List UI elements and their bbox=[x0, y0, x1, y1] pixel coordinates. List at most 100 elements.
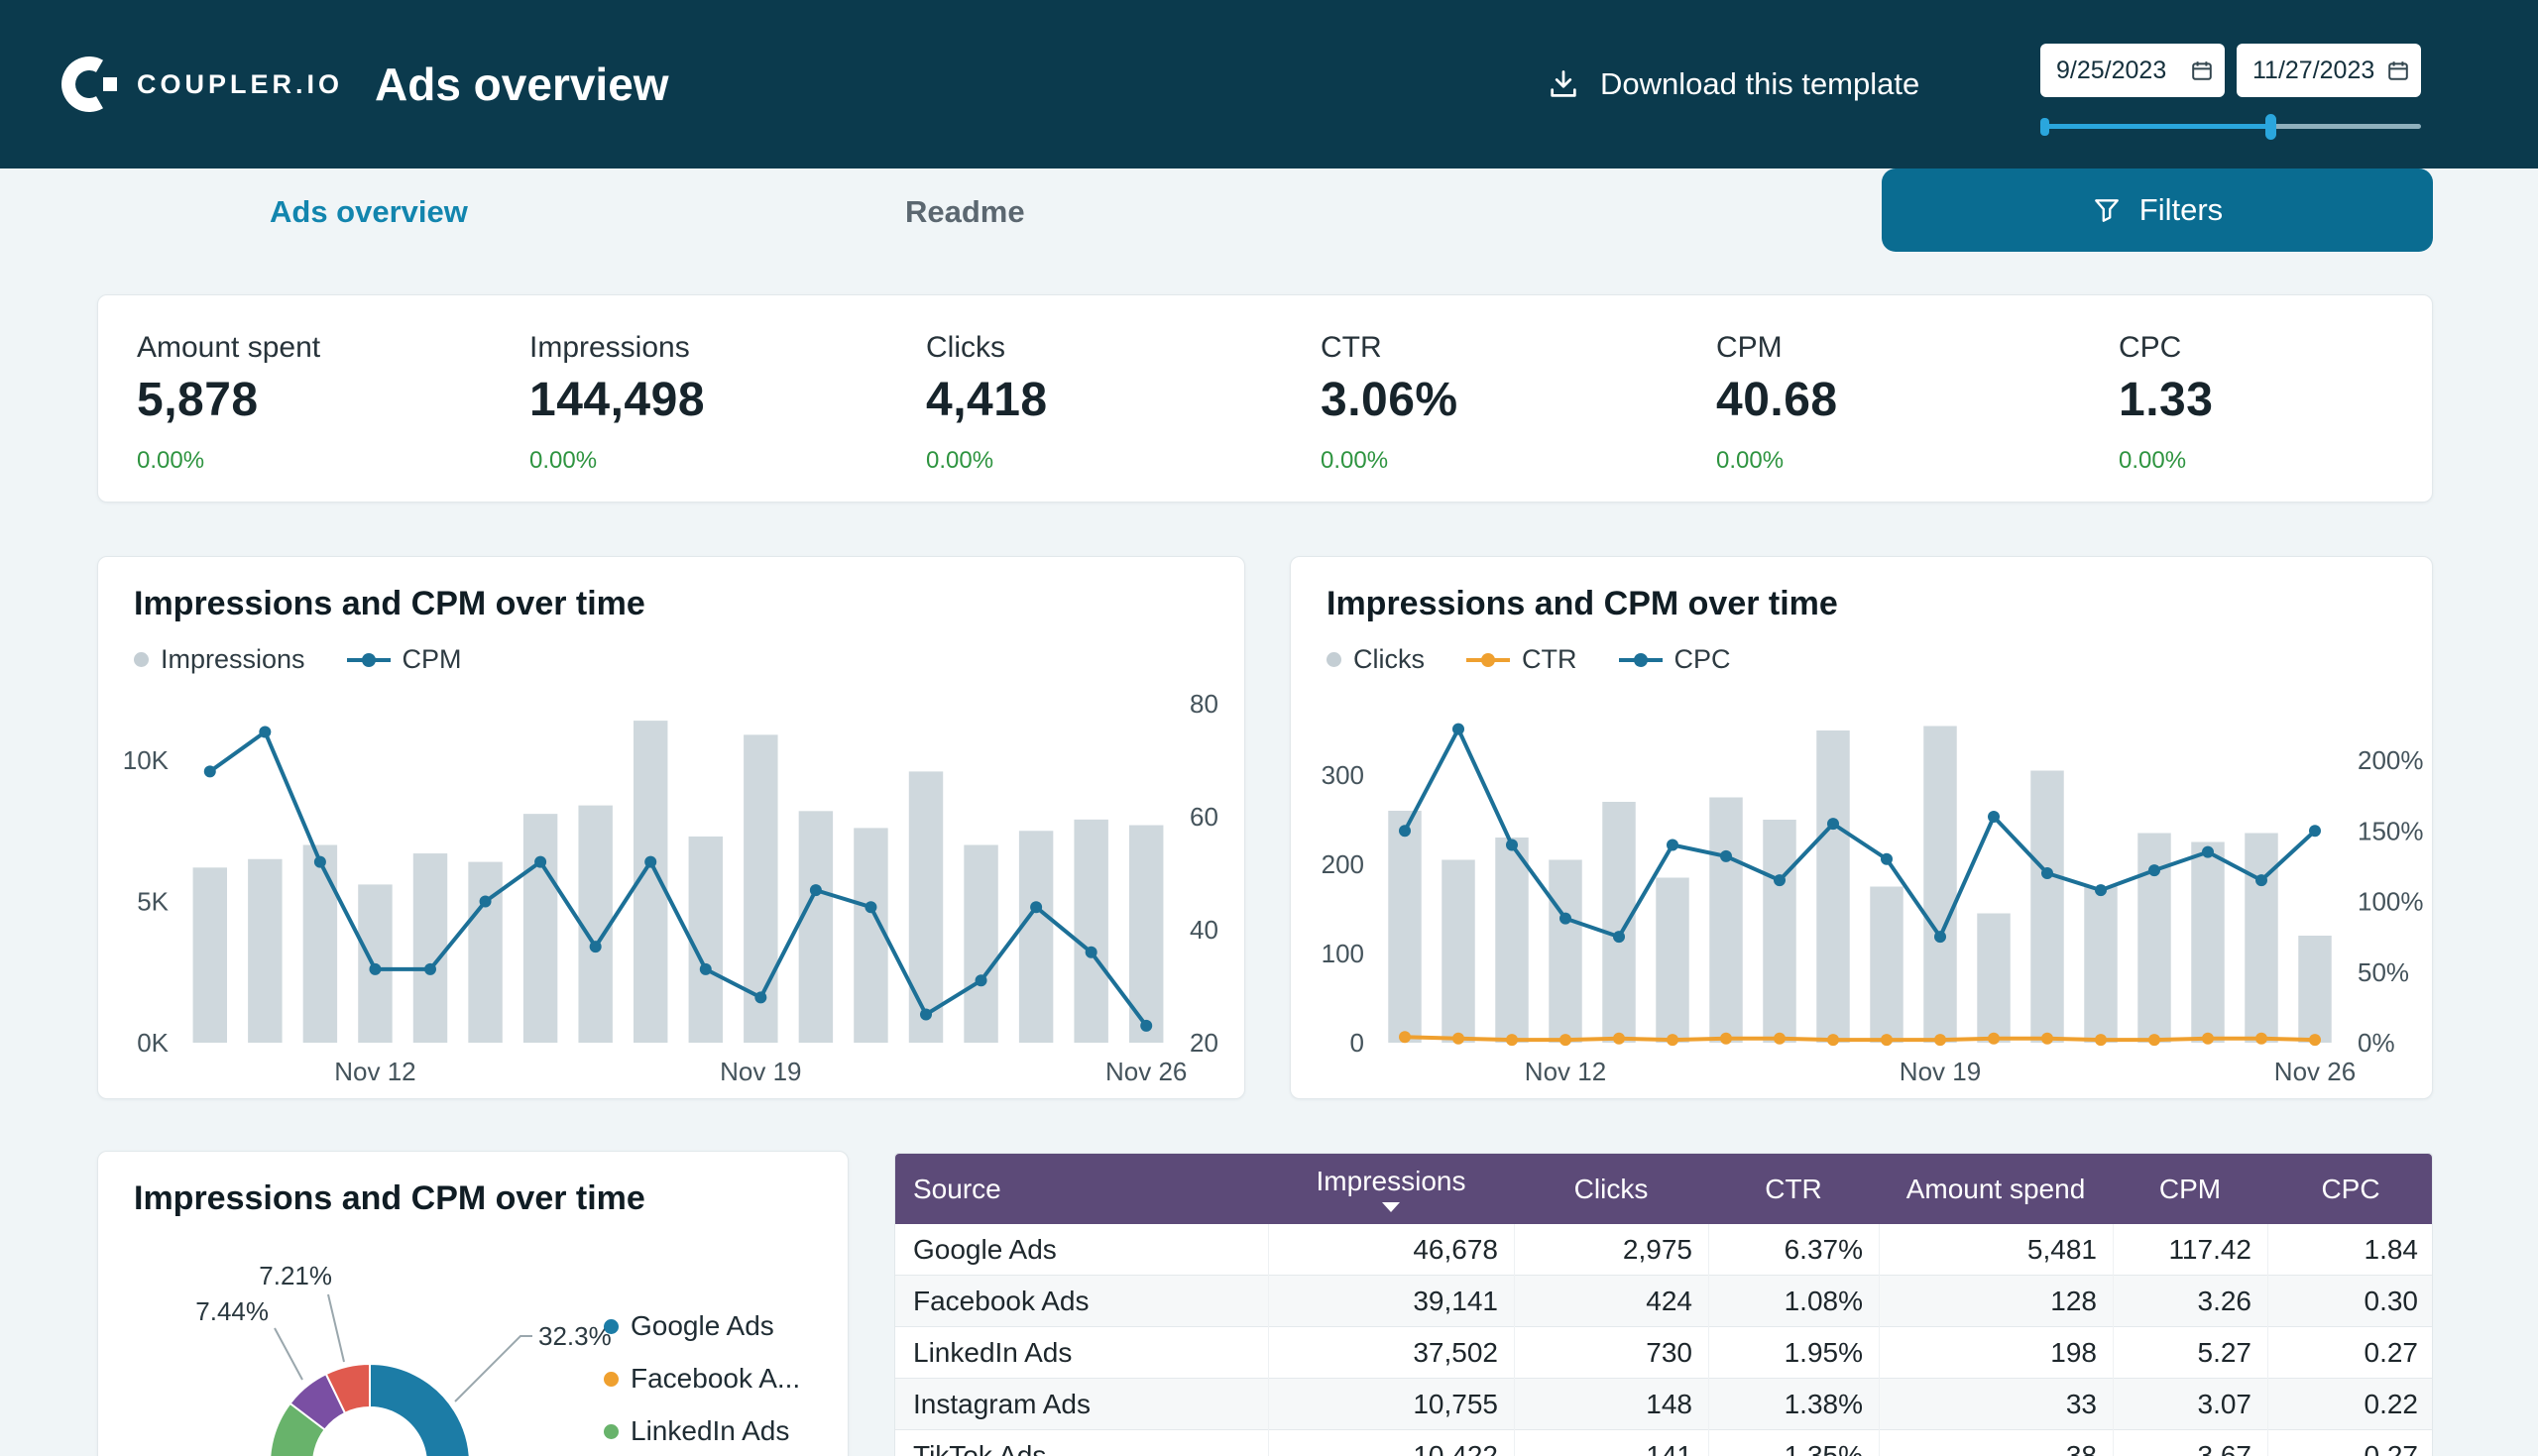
point-cpm[interactable] bbox=[1030, 901, 1042, 913]
point-cpc[interactable] bbox=[1613, 931, 1625, 943]
point-cpc[interactable] bbox=[1720, 850, 1732, 862]
point-cpc[interactable] bbox=[1827, 818, 1839, 830]
point-cpm[interactable] bbox=[590, 941, 602, 952]
bar-clicks[interactable] bbox=[1656, 878, 1688, 1044]
bar-clicks[interactable] bbox=[1709, 798, 1742, 1044]
point-cpc[interactable] bbox=[2255, 874, 2267, 886]
point-cpm[interactable] bbox=[424, 963, 436, 975]
legend-item-linkedin-ads[interactable]: LinkedIn Ads bbox=[604, 1415, 808, 1447]
bar-impressions[interactable] bbox=[248, 859, 282, 1043]
point-ctr[interactable] bbox=[2041, 1033, 2053, 1045]
filters-button[interactable]: Filters bbox=[1882, 168, 2433, 252]
bar-clicks[interactable] bbox=[1923, 727, 1956, 1044]
point-cpc[interactable] bbox=[2309, 825, 2321, 837]
legend-item-facebook-a[interactable]: Facebook A... bbox=[604, 1363, 808, 1395]
point-cpm[interactable] bbox=[534, 856, 546, 868]
table-header-amount-spend[interactable]: Amount spend bbox=[1879, 1154, 2113, 1224]
donut-slice-google-ads[interactable] bbox=[370, 1364, 470, 1456]
bar-impressions[interactable] bbox=[909, 771, 943, 1043]
point-cpm[interactable] bbox=[810, 884, 822, 896]
point-cpm[interactable] bbox=[369, 963, 381, 975]
bar-impressions[interactable] bbox=[1019, 831, 1053, 1043]
bar-impressions[interactable] bbox=[799, 811, 833, 1043]
download-template-button[interactable]: Download this template bbox=[1547, 0, 1919, 168]
bar-clicks[interactable] bbox=[1763, 820, 1795, 1043]
table-header-impressions[interactable]: Impressions bbox=[1268, 1154, 1514, 1224]
bar-clicks[interactable] bbox=[1977, 914, 2010, 1044]
point-cpm[interactable] bbox=[1140, 1020, 1152, 1032]
point-ctr[interactable] bbox=[1506, 1034, 1518, 1046]
bar-impressions[interactable] bbox=[193, 867, 227, 1043]
bar-clicks[interactable] bbox=[1549, 860, 1581, 1044]
point-cpm[interactable] bbox=[314, 856, 326, 868]
slider-handle-right[interactable] bbox=[2265, 114, 2276, 140]
bar-clicks[interactable] bbox=[1442, 860, 1474, 1044]
point-cpc[interactable] bbox=[2041, 867, 2053, 879]
bar-impressions[interactable] bbox=[854, 828, 887, 1043]
point-cpm[interactable] bbox=[700, 963, 712, 975]
slider-handle-left[interactable] bbox=[2040, 118, 2049, 136]
point-cpm[interactable] bbox=[480, 896, 492, 908]
bar-impressions[interactable] bbox=[523, 814, 557, 1043]
point-cpc[interactable] bbox=[1506, 840, 1518, 851]
point-ctr[interactable] bbox=[1827, 1034, 1839, 1046]
table-header-clicks[interactable]: Clicks bbox=[1514, 1154, 1708, 1224]
point-cpc[interactable] bbox=[1559, 913, 1571, 925]
point-cpc[interactable] bbox=[1452, 724, 1464, 735]
date-end-input[interactable]: 11/27/2023 bbox=[2237, 44, 2421, 97]
bar-clicks[interactable] bbox=[2245, 834, 2277, 1044]
bar-impressions[interactable] bbox=[689, 837, 723, 1043]
point-cpc[interactable] bbox=[2202, 846, 2214, 858]
point-cpc[interactable] bbox=[1774, 874, 1786, 886]
bar-clicks[interactable] bbox=[2084, 887, 2117, 1044]
point-cpm[interactable] bbox=[1086, 947, 1097, 958]
table-header-cpc[interactable]: CPC bbox=[2267, 1154, 2434, 1224]
bar-impressions[interactable] bbox=[303, 845, 337, 1044]
point-ctr[interactable] bbox=[1774, 1033, 1786, 1045]
point-cpm[interactable] bbox=[976, 974, 987, 986]
point-cpm[interactable] bbox=[754, 991, 766, 1003]
bar-clicks[interactable] bbox=[2191, 842, 2224, 1044]
point-ctr[interactable] bbox=[1988, 1033, 2000, 1045]
bar-clicks[interactable] bbox=[2030, 771, 2063, 1044]
point-ctr[interactable] bbox=[1399, 1031, 1411, 1043]
bar-clicks[interactable] bbox=[1870, 887, 1903, 1044]
bar-impressions[interactable] bbox=[1074, 820, 1107, 1043]
table-header-ctr[interactable]: CTR bbox=[1708, 1154, 1879, 1224]
date-range-slider[interactable] bbox=[2040, 113, 2421, 139]
point-ctr[interactable] bbox=[1720, 1033, 1732, 1045]
point-cpm[interactable] bbox=[920, 1009, 932, 1021]
tab-ads-overview[interactable]: Ads overview bbox=[270, 168, 468, 256]
point-cpc[interactable] bbox=[2148, 864, 2160, 876]
point-cpm[interactable] bbox=[865, 901, 876, 913]
point-cpm[interactable] bbox=[204, 765, 216, 777]
table-header-source[interactable]: Source bbox=[895, 1154, 1268, 1224]
bar-clicks[interactable] bbox=[1495, 838, 1528, 1043]
point-cpc[interactable] bbox=[1667, 840, 1678, 851]
tab-readme[interactable]: Readme bbox=[905, 168, 1025, 256]
point-cpc[interactable] bbox=[2095, 884, 2107, 896]
bar-clicks[interactable] bbox=[1388, 811, 1421, 1043]
point-ctr[interactable] bbox=[1559, 1034, 1571, 1046]
bar-impressions[interactable] bbox=[964, 845, 997, 1044]
point-cpc[interactable] bbox=[1988, 811, 2000, 823]
bar-clicks[interactable] bbox=[1816, 730, 1849, 1043]
point-ctr[interactable] bbox=[1934, 1034, 1946, 1046]
point-cpc[interactable] bbox=[1934, 931, 1946, 943]
bar-clicks[interactable] bbox=[1602, 802, 1635, 1043]
bar-impressions[interactable] bbox=[468, 862, 502, 1043]
point-ctr[interactable] bbox=[2309, 1034, 2321, 1046]
table-header-cpm[interactable]: CPM bbox=[2113, 1154, 2267, 1224]
date-start-input[interactable]: 9/25/2023 bbox=[2040, 44, 2225, 97]
point-cpc[interactable] bbox=[1881, 853, 1893, 865]
legend-item-google-ads[interactable]: Google Ads bbox=[604, 1310, 808, 1342]
bar-impressions[interactable] bbox=[578, 806, 612, 1043]
point-ctr[interactable] bbox=[2255, 1033, 2267, 1045]
point-ctr[interactable] bbox=[1667, 1034, 1678, 1046]
point-cpc[interactable] bbox=[1399, 825, 1411, 837]
bar-impressions[interactable] bbox=[413, 853, 447, 1043]
point-ctr[interactable] bbox=[2095, 1034, 2107, 1046]
coupler-logo[interactable]: COUPLER.IO bbox=[58, 0, 343, 168]
point-ctr[interactable] bbox=[2148, 1034, 2160, 1046]
point-ctr[interactable] bbox=[1452, 1033, 1464, 1045]
